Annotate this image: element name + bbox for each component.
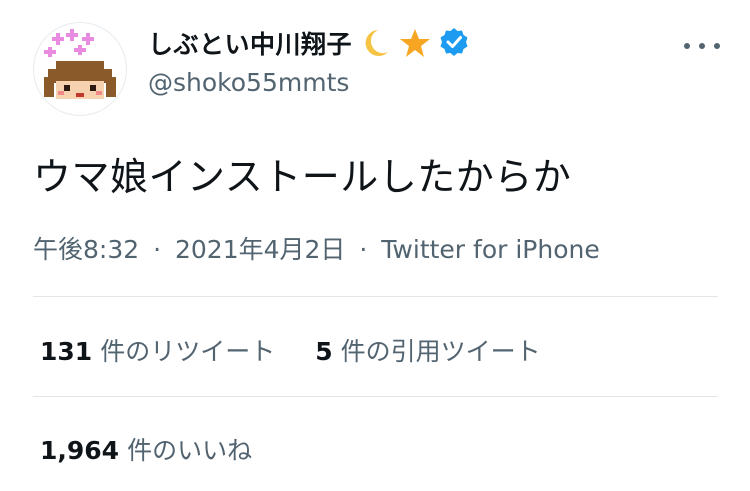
- more-options-button[interactable]: [684, 34, 720, 58]
- tweet-date[interactable]: 2021年4月2日: [175, 235, 345, 264]
- user-handle[interactable]: @shoko55mmts: [148, 68, 349, 97]
- moon-icon: [358, 26, 392, 60]
- likes-stats: 1,964 件のいいね: [40, 431, 292, 467]
- tweet-source-link[interactable]: Twitter for iPhone: [381, 235, 599, 264]
- display-name[interactable]: しぶとい中川翔子: [148, 25, 352, 61]
- meta-separator: ·: [359, 235, 368, 264]
- avatar-pixel-art: [44, 29, 116, 99]
- retweets-count: 131: [40, 337, 93, 366]
- tweet-time[interactable]: 午後8:32: [33, 235, 139, 264]
- retweets-stat[interactable]: 131 件のリツイート: [40, 332, 275, 368]
- meta-separator: ·: [153, 235, 162, 264]
- more-dot-icon: [699, 43, 705, 49]
- retweet-quote-stats: 131 件のリツイート 5 件の引用ツイート: [40, 332, 581, 368]
- tweet-text: ウマ娘インストールしたからか: [33, 155, 572, 199]
- quotes-count: 5: [315, 337, 333, 366]
- quotes-stat[interactable]: 5 件の引用ツイート: [315, 332, 540, 368]
- divider: [33, 396, 718, 397]
- verified-badge-icon: [438, 26, 472, 60]
- quotes-label: 件の引用ツイート: [340, 337, 541, 366]
- avatar[interactable]: [33, 22, 127, 116]
- star-icon: [398, 26, 432, 60]
- likes-stat[interactable]: 1,964 件のいいね: [40, 431, 252, 467]
- likes-label: 件のいいね: [127, 436, 253, 465]
- more-dot-icon: [714, 43, 720, 49]
- likes-count: 1,964: [40, 436, 120, 465]
- retweets-label: 件のリツイート: [100, 337, 276, 366]
- user-name-row[interactable]: しぶとい中川翔子: [148, 26, 472, 60]
- more-dot-icon: [684, 43, 690, 49]
- tweet-meta: 午後8:32 · 2021年4月2日 · Twitter for iPhone: [33, 230, 600, 266]
- divider: [33, 296, 718, 297]
